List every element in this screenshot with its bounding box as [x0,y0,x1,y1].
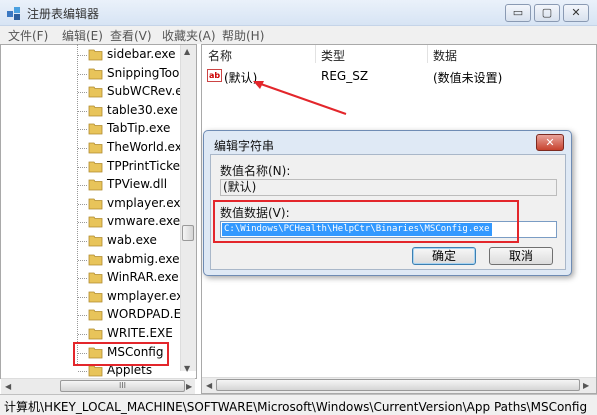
tree-item-label: WRITE.EXE [107,326,173,340]
tree-item-label: TheWorld.exe [107,140,189,154]
window-title: 注册表编辑器 [27,7,100,21]
folder-icon [88,123,103,135]
menu-view[interactable]: 查看(V) [110,27,152,44]
folder-icon [88,105,103,117]
folder-icon [88,291,103,303]
menu-help[interactable]: 帮助(H) [222,27,264,44]
tree-item-label: TPPrintTicket. [107,158,189,173]
tree-item-label: vmware.exe [107,214,181,229]
folder-icon [88,328,103,340]
tree-hscroll-thumb[interactable]: III [60,380,185,392]
value-name-field: (默认) [220,179,557,196]
tree-connector [78,296,87,298]
folder-icon [88,198,103,210]
folder-icon [88,142,103,154]
tree-connector [78,241,87,242]
folder-icon [88,365,103,377]
dialog-close-button[interactable]: ✕ [536,134,564,151]
tree-item-label: table30.exe [107,102,178,117]
folder-icon [88,309,103,321]
tree-connector [78,278,87,280]
folder-icon [88,161,103,172]
tree-item-label: vmplayer.exe [107,195,188,210]
status-path: 计算机\HKEY_LOCAL_MACHINE\SOFTWARE\Microsof… [4,400,588,414]
tree-item-label: TabTip.exe [107,121,171,136]
folder-icon [88,235,103,247]
folder-icon [88,68,103,79]
tree-scroll-thumb[interactable] [182,225,194,241]
dialog-title: 编辑字符串 [214,139,275,153]
tree-connector [78,73,87,75]
column-divider[interactable] [427,45,428,63]
tree-connector [78,259,87,261]
tree-item-label: WORDPAD.EX [107,307,190,322]
tree-connector [78,334,87,335]
string-value-icon: ab [207,69,222,82]
scroll-left-icon[interactable]: ◀ [206,381,212,390]
value-name-label: 数值名称(N): [220,164,291,178]
column-type[interactable]: 类型 [321,47,345,64]
tree-connector [78,166,87,168]
close-window-button[interactable]: ✕ [563,4,589,22]
tree-connector [78,55,87,56]
menu-file[interactable]: 文件(F) [8,27,48,44]
tree-connector [78,110,87,112]
list-hscroll-thumb[interactable] [216,379,580,391]
column-divider[interactable] [315,45,316,63]
tree-vertical-scrollbar[interactable] [180,45,196,371]
tree-item-label: WinRAR.exe [107,270,179,285]
folder-icon [88,216,103,228]
folder-icon [88,86,103,98]
tree-item-label: wmplayer.exe [107,288,191,303]
tree-item-label: SnippingTool [107,65,183,80]
menu-favorites[interactable]: 收藏夹(A) [162,27,216,44]
tree-connector [78,148,87,149]
tree-connector [78,203,87,205]
tree-connector [78,92,87,94]
column-data[interactable]: 数据 [433,47,457,64]
scroll-down-icon[interactable]: ▼ [184,364,190,373]
ok-button[interactable]: 确定 [412,247,476,265]
menu-edit[interactable]: 编辑(E) [62,27,103,44]
tree-item-label: SubWCRev.ex [107,84,190,99]
tree-item-label: wabmig.exe [107,251,180,266]
title-bar[interactable]: 注册表编辑器 ▭ ▢ ✕ [0,0,597,26]
folder-icon [88,179,103,191]
tree-connector [78,315,87,317]
highlight-box [73,342,169,366]
maximize-button[interactable]: ▢ [534,4,560,22]
folder-icon [88,49,103,61]
tree-connector [78,185,87,187]
highlight-box [213,200,519,243]
tree-item-label: sidebar.exe [107,47,176,61]
column-name[interactable]: 名称 [208,47,232,64]
tree-connector [78,129,87,131]
scroll-right-icon[interactable]: ▶ [186,382,192,391]
tree-connector [78,222,87,224]
tree-item-label: TPView.dll [107,177,168,192]
registry-editor-icon [7,7,20,20]
registry-editor-window: 注册表编辑器 ▭ ▢ ✕ 文件(F) 编辑(E) 查看(V) 收藏夹(A) 帮助… [0,0,597,415]
cancel-button[interactable]: 取消 [489,247,553,265]
tree-connector [78,371,87,373]
status-bar: 计算机\HKEY_LOCAL_MACHINE\SOFTWARE\Microsof… [0,394,597,415]
value-data: (数值未设置) [433,71,503,85]
folder-icon [88,272,103,284]
folder-icon [88,254,103,265]
annotation-arrow [253,81,347,115]
scroll-right-icon[interactable]: ▶ [583,381,589,390]
menu-bar: 文件(F) 编辑(E) 查看(V) 收藏夹(A) 帮助(H) [0,26,597,44]
minimize-button[interactable]: ▭ [505,4,531,22]
scroll-left-icon[interactable]: ◀ [5,382,11,391]
scroll-up-icon[interactable]: ▲ [184,47,190,56]
tree-item-label: wab.exe [107,233,157,247]
